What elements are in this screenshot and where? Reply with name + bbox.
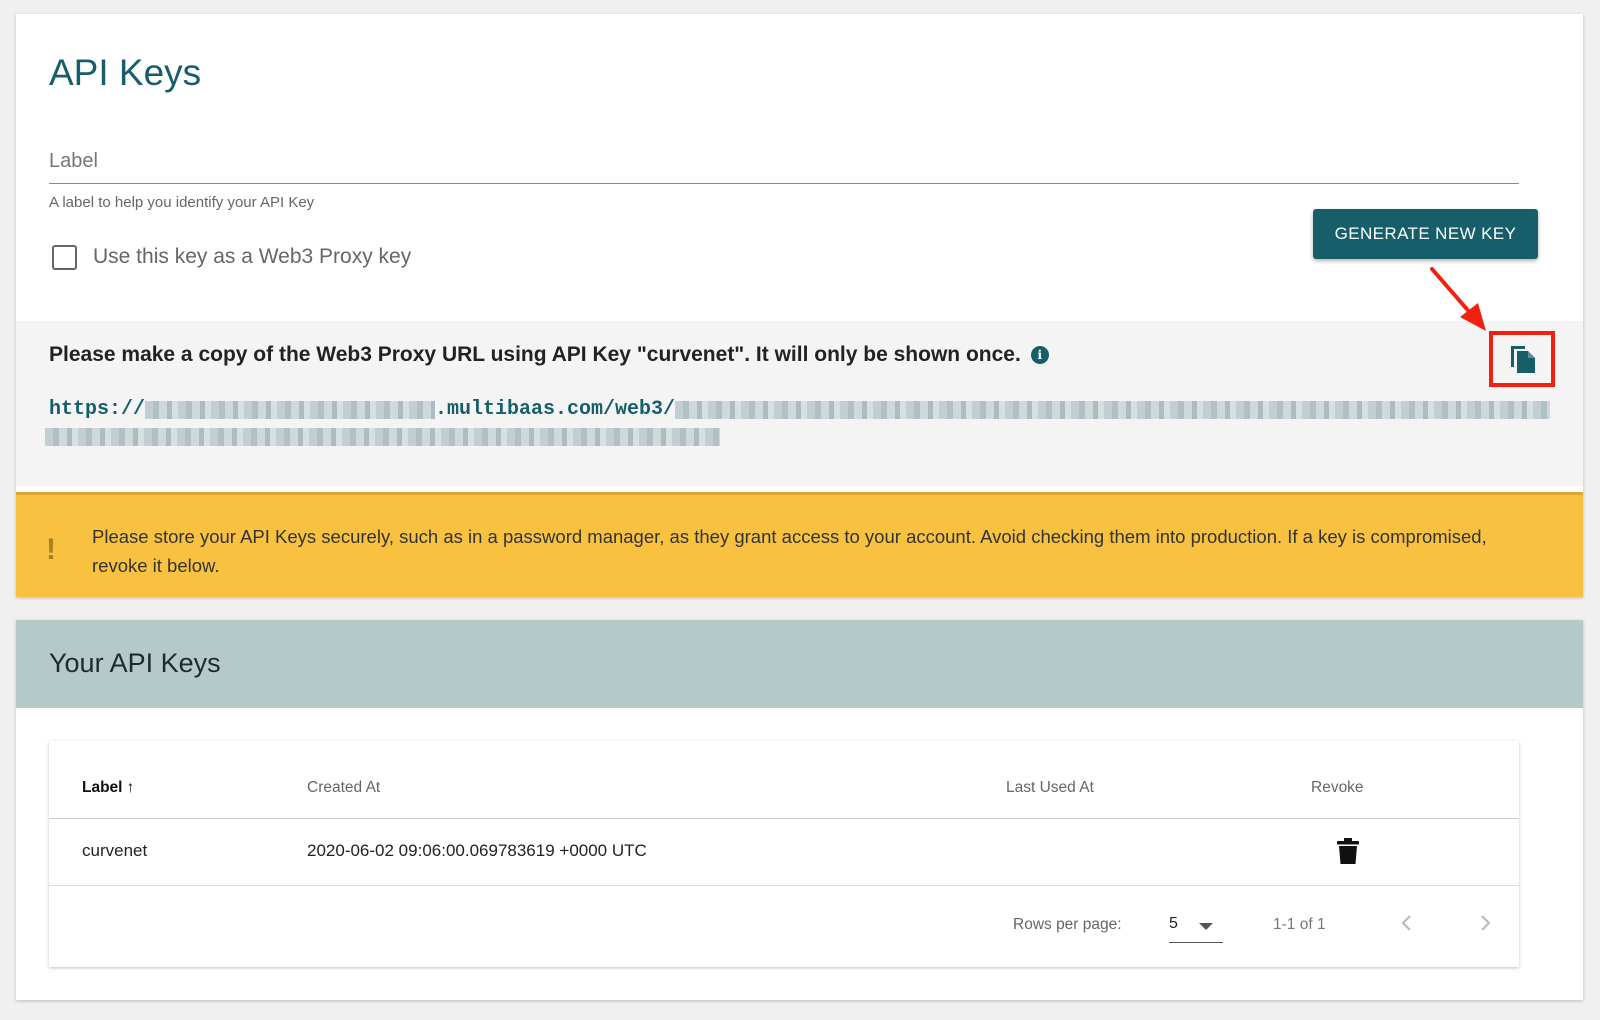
proxy-url-line: https:// .multibaas.com/web3/ [49,398,1551,421]
rows-per-page-label: Rows per page: [1013,916,1122,933]
redacted-key-part1 [675,400,1551,419]
chevron-right-icon [1481,915,1491,931]
row-divider [49,885,1519,886]
proxy-url-prefix: https:// [49,398,146,421]
annotation-arrow-icon [1430,267,1486,331]
info-icon[interactable]: i [1030,346,1049,364]
proxy-url-line-2 [45,428,720,446]
column-header-label[interactable]: Label ↑ [82,779,134,797]
sort-ascending-icon: ↑ [126,779,135,796]
warning-text: Please store your API Keys securely, suc… [92,526,1487,576]
trash-icon[interactable] [1337,838,1359,864]
security-warning-banner: ! Please store your API Keys securely, s… [16,492,1583,597]
row-created-at: 2020-06-02 09:06:00.069783619 +0000 UTC [307,841,647,860]
proxy-url-notice: Please make a copy of the Web3 Proxy URL… [49,343,1049,367]
warning-icon: ! [46,533,56,566]
rows-per-page-value: 5 [1169,915,1178,932]
chevron-left-icon [1401,915,1411,931]
copy-url-button[interactable] [1489,331,1555,387]
row-label: curvenet [82,841,148,860]
label-field[interactable] [49,132,1519,184]
api-keys-card: API Keys A label to help you identify yo… [16,14,1583,597]
column-header-revoke: Revoke [1311,779,1364,796]
web3-proxy-checkbox-label: Use this key as a Web3 Proxy key [93,245,412,268]
chevron-down-icon [1199,923,1213,930]
section-title: Your API Keys [49,648,221,678]
your-api-keys-header: Your API Keys [16,620,1583,708]
label-helper-text: A label to help you identify your API Ke… [49,194,315,211]
column-header-label-text: Label [82,779,123,796]
proxy-url-middle: .multibaas.com/web3/ [435,398,676,421]
header-divider [49,818,1519,819]
proxy-url-panel: Please make a copy of the Web3 Proxy URL… [16,267,1583,486]
rows-per-page-select[interactable]: 5 [1169,909,1223,943]
web3-proxy-checkbox-row[interactable]: Use this key as a Web3 Proxy key [52,242,411,272]
label-input[interactable] [49,146,1519,176]
pagination-range: 1-1 of 1 [1273,916,1326,933]
your-api-keys-card: Your API Keys Label ↑ Created At Last Use… [16,620,1583,1000]
proxy-url-notice-text: Please make a copy of the Web3 Proxy URL… [49,343,1021,366]
column-header-created-at[interactable]: Created At [307,779,380,797]
api-keys-table: Label ↑ Created At Last Used At Revoke cu… [49,741,1519,967]
redacted-subdomain [145,400,436,419]
column-header-last-used-at[interactable]: Last Used At [1006,779,1094,797]
next-page-button[interactable] [1473,911,1497,935]
previous-page-button[interactable] [1395,911,1419,935]
generate-new-key-button[interactable]: GENERATE NEW KEY [1313,209,1538,259]
page-title: API Keys [49,52,202,93]
copy-icon [1511,346,1535,373]
redacted-key-part2 [45,428,720,446]
web3-proxy-checkbox[interactable] [52,244,77,270]
